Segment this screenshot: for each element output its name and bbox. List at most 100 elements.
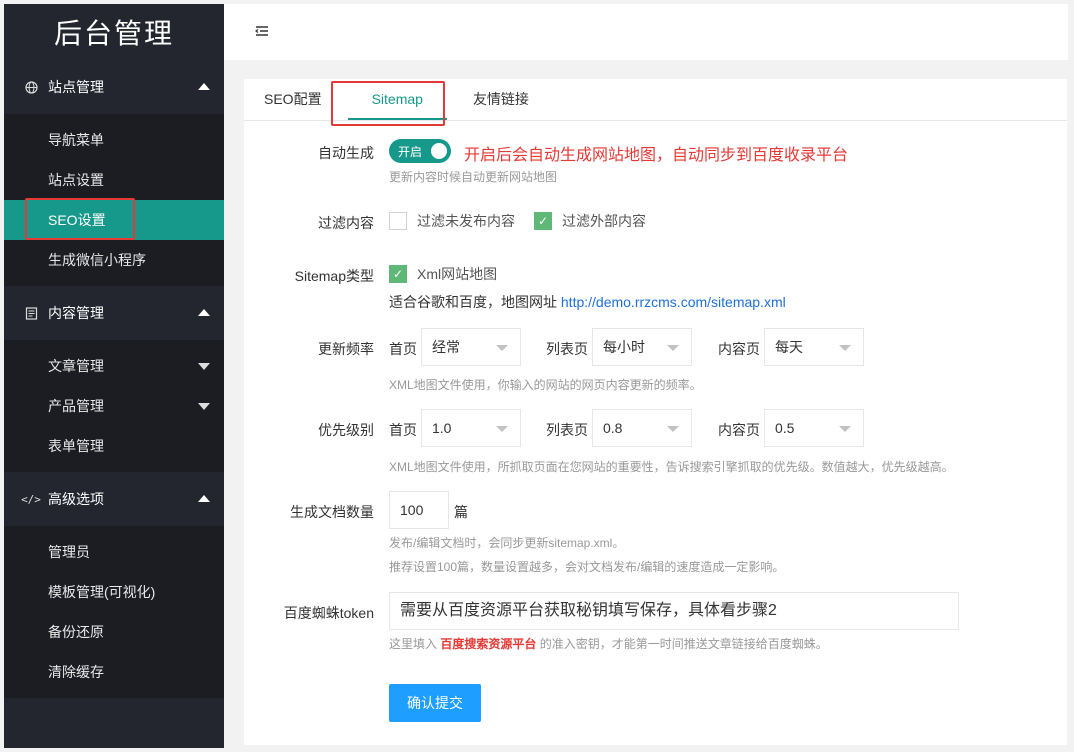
priority-list-label: 列表页 bbox=[546, 422, 588, 438]
checkbox-label: 过滤未发布内容 bbox=[417, 213, 515, 229]
top-header bbox=[224, 4, 1068, 60]
sidebar-item-forms[interactable]: 表单管理 bbox=[4, 426, 224, 466]
hint-text: 这里填入 bbox=[389, 637, 438, 651]
sitemap-type-label: Sitemap类型 bbox=[294, 268, 374, 284]
auto-generate-hint: 更新内容时候自动更新网站地图 bbox=[389, 170, 558, 184]
sidebar-item-admins[interactable]: 管理员 bbox=[4, 532, 224, 572]
tab-seo-config[interactable]: SEO配置 bbox=[250, 78, 336, 120]
auto-generate-label: 自动生成 bbox=[318, 145, 374, 161]
frequency-home-select[interactable]: 经常 bbox=[421, 328, 521, 366]
caret-up-icon bbox=[198, 495, 210, 502]
priority-list-select[interactable]: 0.8 bbox=[592, 409, 692, 447]
sidebar-item-nav-menu[interactable]: 导航菜单 bbox=[4, 120, 224, 160]
sidebar-group-content[interactable]: 内容管理 bbox=[4, 286, 224, 340]
doc-count-hint-2: 推荐设置100篇，数量设置越多，会对文档发布/编辑的速度造成一定影响。 bbox=[389, 560, 785, 574]
tab-sitemap[interactable]: Sitemap bbox=[347, 78, 448, 120]
select-value: 每天 bbox=[775, 339, 803, 355]
caret-down-icon bbox=[198, 403, 210, 410]
sitemap-form: 自动生成 开启 开启后会自动生成网站地图，自动同步到百度收录平台 更新内容时候自… bbox=[244, 121, 1067, 722]
checkmark-icon[interactable]: ✓ bbox=[534, 212, 552, 230]
chevron-down-icon bbox=[667, 426, 679, 432]
doc-count-label: 生成文档数量 bbox=[290, 504, 374, 520]
baidu-token-hint: 这里填入 百度搜索资源平台 的准入密钥，才能第一时间推送文章链接给百度蜘蛛。 bbox=[389, 635, 828, 652]
baidu-platform-link[interactable]: 百度搜索资源平台 bbox=[440, 637, 536, 651]
sidebar-group-label: 内容管理 bbox=[48, 305, 104, 321]
checkbox-label: 过滤外部内容 bbox=[562, 213, 646, 229]
select-value: 每小时 bbox=[603, 339, 645, 355]
sidebar-item-backup[interactable]: 备份还原 bbox=[4, 612, 224, 652]
sidebar-group-advanced[interactable]: </> 高级选项 bbox=[4, 472, 224, 526]
tab-friend-links[interactable]: 友情链接 bbox=[459, 78, 543, 120]
select-value: 0.8 bbox=[603, 420, 623, 436]
select-value: 0.5 bbox=[775, 420, 795, 436]
caret-up-icon bbox=[198, 309, 210, 316]
chevron-down-icon bbox=[839, 426, 851, 432]
doc-count-input[interactable]: 100 bbox=[389, 491, 449, 529]
baidu-token-input[interactable]: 需要从百度资源平台获取秘钥填写保存，具体看步骤2 bbox=[389, 592, 959, 630]
frequency-list-label: 列表页 bbox=[546, 341, 588, 357]
filter-label: 过滤内容 bbox=[318, 215, 374, 231]
menu-indent-icon[interactable] bbox=[254, 22, 270, 43]
switch-knob bbox=[431, 143, 447, 159]
chevron-down-icon bbox=[496, 345, 508, 351]
frequency-label: 更新频率 bbox=[318, 341, 374, 357]
sidebar-group-label: 高级选项 bbox=[48, 491, 104, 507]
priority-label: 优先级别 bbox=[318, 422, 374, 438]
hint-text: 的准入密钥，才能第一时间推送文章链接给百度蜘蛛。 bbox=[539, 637, 828, 651]
chevron-down-icon bbox=[667, 345, 679, 351]
select-value: 经常 bbox=[432, 339, 460, 355]
checkmark-icon[interactable]: ✓ bbox=[389, 265, 407, 283]
switch-text: 开启 bbox=[398, 144, 423, 159]
sidebar-group-site[interactable]: 站点管理 bbox=[4, 60, 224, 114]
sidebar-group-label: 站点管理 bbox=[48, 79, 104, 95]
auto-generate-switch[interactable]: 开启 bbox=[389, 139, 451, 163]
checkbox-unchecked[interactable] bbox=[389, 212, 407, 230]
priority-home-label: 首页 bbox=[389, 422, 417, 438]
sidebar-submenu-advanced: 管理员 模板管理(可视化) 备份还原 清除缓存 bbox=[4, 526, 224, 698]
doc-count-unit: 篇 bbox=[454, 504, 468, 520]
frequency-content-label: 内容页 bbox=[718, 341, 760, 357]
tab-bar: SEO配置 Sitemap 友情链接 bbox=[244, 79, 1067, 121]
sidebar-item-label: 产品管理 bbox=[48, 398, 104, 414]
sidebar-item-seo-settings[interactable]: SEO设置 bbox=[4, 200, 224, 240]
sidebar-submenu-content: 文章管理 产品管理 表单管理 bbox=[4, 340, 224, 472]
auto-generate-note: 开启后会自动生成网站地图，自动同步到百度收录平台 bbox=[464, 147, 849, 164]
sidebar-item-products[interactable]: 产品管理 bbox=[4, 386, 224, 426]
sitemap-desc: 适合谷歌和百度，地图网址 http://demo.rrzcms.com/site… bbox=[389, 292, 786, 312]
globe-icon bbox=[22, 80, 40, 94]
frequency-list-select[interactable]: 每小时 bbox=[592, 328, 692, 366]
sidebar: 后台管理 站点管理 导航菜单 站点设置 SEO设置 生成微信小程序 内容管理 文… bbox=[4, 4, 224, 748]
select-value: 1.0 bbox=[432, 420, 452, 436]
priority-hint: XML地图文件使用，所抓取页面在您网站的重要性，告诉搜索引擎抓取的优先级。数值越… bbox=[389, 460, 954, 474]
filter-unpublished-option[interactable]: 过滤未发布内容 bbox=[389, 211, 515, 231]
frequency-content-select[interactable]: 每天 bbox=[764, 328, 864, 366]
sidebar-item-wechat-miniprogram[interactable]: 生成微信小程序 bbox=[4, 240, 224, 280]
baidu-token-label: 百度蜘蛛token bbox=[283, 605, 374, 621]
sitemap-xml-option[interactable]: ✓ Xml网站地图 bbox=[389, 264, 497, 284]
priority-content-select[interactable]: 0.5 bbox=[764, 409, 864, 447]
submit-button[interactable]: 确认提交 bbox=[389, 684, 481, 722]
frequency-home-label: 首页 bbox=[389, 341, 417, 357]
sitemap-url-link[interactable]: http://demo.rrzcms.com/sitemap.xml bbox=[561, 294, 786, 310]
sidebar-item-templates[interactable]: 模板管理(可视化) bbox=[4, 572, 224, 612]
sidebar-item-label: 文章管理 bbox=[48, 358, 104, 374]
code-icon: </> bbox=[21, 492, 41, 506]
document-icon bbox=[22, 306, 40, 320]
sidebar-item-articles[interactable]: 文章管理 bbox=[4, 346, 224, 386]
caret-up-icon bbox=[198, 83, 210, 90]
checkbox-label: Xml网站地图 bbox=[417, 266, 498, 282]
caret-down-icon bbox=[198, 363, 210, 370]
sidebar-submenu-site: 导航菜单 站点设置 SEO设置 生成微信小程序 bbox=[4, 114, 224, 286]
sidebar-item-clear-cache[interactable]: 清除缓存 bbox=[4, 652, 224, 692]
priority-content-label: 内容页 bbox=[718, 422, 760, 438]
sidebar-item-site-settings[interactable]: 站点设置 bbox=[4, 160, 224, 200]
chevron-down-icon bbox=[496, 426, 508, 432]
sitemap-desc-text: 适合谷歌和百度，地图网址 bbox=[389, 294, 557, 310]
doc-count-hint-1: 发布/编辑文档时，会同步更新sitemap.xml。 bbox=[389, 536, 625, 550]
priority-home-select[interactable]: 1.0 bbox=[421, 409, 521, 447]
settings-panel: SEO配置 Sitemap 友情链接 自动生成 开启 开启后会自动生成网站地图，… bbox=[244, 79, 1067, 745]
chevron-down-icon bbox=[839, 345, 851, 351]
logo: 后台管理 bbox=[53, 17, 174, 50]
frequency-hint: XML地图文件使用，你输入的网站的网页内容更新的频率。 bbox=[389, 378, 702, 392]
filter-external-option[interactable]: ✓ 过滤外部内容 bbox=[534, 211, 646, 231]
